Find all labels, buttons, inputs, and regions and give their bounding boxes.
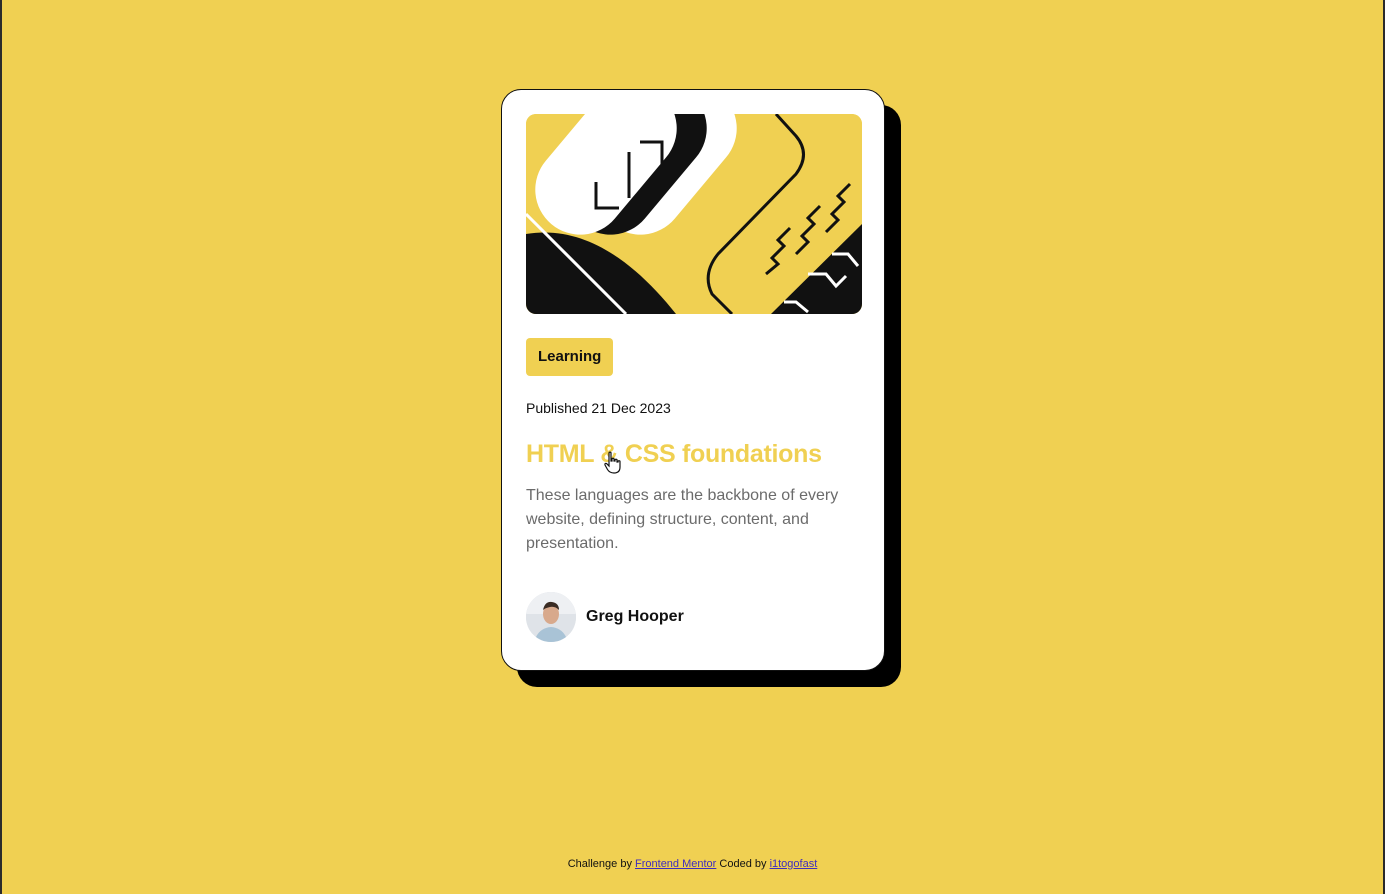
published-date: Published 21 Dec 2023 (526, 400, 671, 416)
article-description: These languages are the backbone of ever… (526, 487, 839, 552)
footer-prefix: Challenge by (567, 858, 632, 870)
frontend-mentor-link[interactable]: Frontend Mentor (635, 858, 716, 870)
category-tag: Learning (526, 338, 614, 376)
hand-pointer-icon (604, 451, 621, 474)
hero-illustration (526, 114, 862, 314)
footer-middle: Coded by (719, 858, 767, 870)
author-name: Greg Hooper (586, 608, 684, 625)
author-block: Greg Hooper (526, 592, 684, 642)
blog-preview-card: Learning Published 21 Dec 2023 HTML & CS… (501, 89, 885, 671)
author-profile-link[interactable]: i1togofast (770, 858, 818, 870)
avatar (526, 592, 576, 642)
article-title-link[interactable]: HTML & CSS foundations (526, 440, 822, 469)
attribution-footer: Challenge by Frontend Mentor Coded by i1… (2, 858, 1383, 870)
